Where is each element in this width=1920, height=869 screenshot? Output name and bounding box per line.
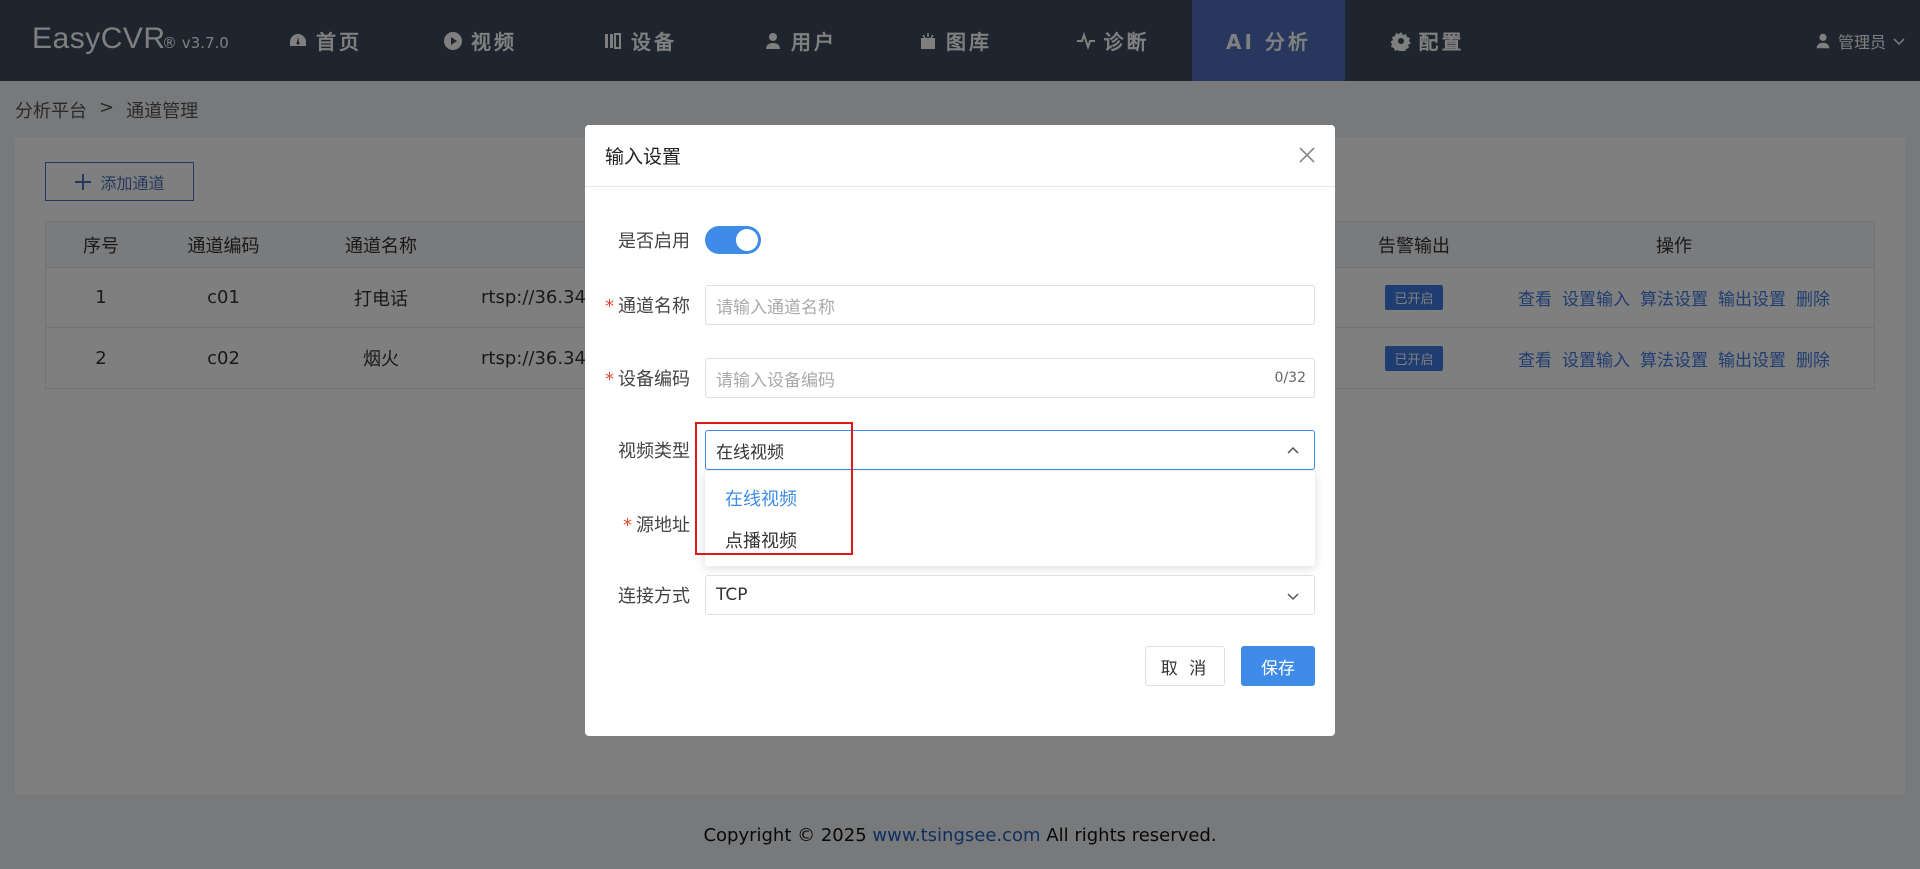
connect-select[interactable]: TCP (705, 575, 1315, 615)
device-code-label: 设备编码 (618, 369, 690, 390)
connect-label: 连接方式 (618, 586, 690, 607)
video-type-label: 视频类型 (618, 441, 690, 462)
form-row-device-code: * 设备编码 请输入设备编码 0/32 (585, 355, 1335, 401)
channel-name-input[interactable]: 请输入通道名称 (705, 285, 1315, 325)
source-label: 源地址 (636, 515, 690, 536)
dialog-title: 输入设置 (605, 146, 682, 168)
form-row-connect: 连接方式 TCP (585, 572, 1335, 618)
close-icon[interactable] (1297, 145, 1317, 165)
dialog-header: 输入设置 (585, 125, 1335, 187)
cancel-button[interactable]: 取 消 (1145, 646, 1225, 686)
form-row-enable: 是否启用 (585, 217, 1335, 263)
channel-name-label: 通道名称 (618, 296, 690, 317)
highlight-box (695, 422, 853, 555)
enable-toggle[interactable] (705, 226, 761, 254)
save-button[interactable]: 保存 (1241, 646, 1315, 686)
form-row-channel-name: * 通道名称 请输入通道名称 (585, 282, 1335, 328)
device-code-input[interactable]: 请输入设备编码 0/32 (705, 358, 1315, 398)
char-counter: 0/32 (1274, 370, 1306, 386)
chevron-down-icon (1287, 593, 1299, 601)
chevron-up-icon (1287, 446, 1299, 454)
enable-label: 是否启用 (618, 231, 690, 252)
